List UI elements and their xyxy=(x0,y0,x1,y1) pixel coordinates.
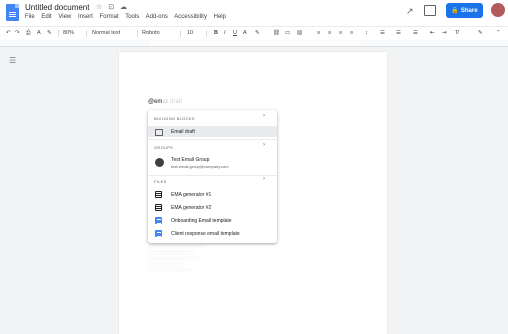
menu-file[interactable]: File xyxy=(25,14,35,20)
comment-icon[interactable] xyxy=(424,5,436,16)
menu-help[interactable]: Help xyxy=(214,14,226,20)
group-item[interactable]: Test Email Group test-email-group@compan… xyxy=(148,155,277,173)
paint-format-icon[interactable]: ✎ xyxy=(47,30,52,36)
typed-query: @em xyxy=(148,99,163,105)
indent-icon[interactable]: ⇤ xyxy=(430,30,435,36)
file-item[interactable]: Onboarding Email template xyxy=(148,215,277,226)
highlight-icon[interactable]: ✎ xyxy=(255,30,260,36)
group-avatar-icon xyxy=(155,158,164,167)
menu-edit[interactable]: Edit xyxy=(41,14,51,20)
bold-icon[interactable]: B xyxy=(214,30,218,36)
style-select[interactable]: Normal text xyxy=(92,30,120,36)
activity-icon[interactable]: ↗ xyxy=(406,6,414,17)
align-right-icon[interactable]: ≡ xyxy=(339,30,342,36)
chevron-right-icon[interactable]: › xyxy=(263,176,265,182)
ghost-text: ░░░░░░░░░░░░░░░░░░░ ░░░░░░░░░░░░░░░░ ░░░░░… xyxy=(148,244,202,273)
menu-insert[interactable]: Insert xyxy=(78,14,93,20)
font-select[interactable]: Roboto xyxy=(142,30,160,36)
image-icon[interactable]: ▨ xyxy=(297,30,302,36)
doc-icon xyxy=(155,230,162,237)
avatar[interactable] xyxy=(491,3,505,17)
section-files: FILES xyxy=(154,179,167,184)
menu-tools[interactable]: Tools xyxy=(125,14,139,20)
share-label: Share xyxy=(460,7,478,14)
outdent-icon[interactable]: ⇥ xyxy=(442,30,447,36)
clear-format-icon[interactable]: T̸ xyxy=(455,30,458,36)
ruler-track xyxy=(150,41,360,45)
ruler[interactable] xyxy=(0,40,508,47)
email-draft-icon xyxy=(155,129,163,136)
divider xyxy=(180,30,181,37)
collapse-icon[interactable]: ⌃ xyxy=(496,30,501,36)
sheet-icon xyxy=(155,204,162,211)
numbered-list-icon[interactable]: ☰ xyxy=(413,30,418,36)
top-bar: Untitled document ☆ ⊡ ☁ File Edit View I… xyxy=(0,0,508,26)
divider xyxy=(148,139,277,140)
divider xyxy=(58,30,59,37)
align-center-icon[interactable]: ≡ xyxy=(328,30,331,36)
chevron-right-icon[interactable]: › xyxy=(263,113,265,119)
justify-icon[interactable]: ≡ xyxy=(350,30,353,36)
link-icon[interactable]: ⛓ xyxy=(273,30,280,36)
file-item[interactable]: Client response email template xyxy=(148,228,277,239)
divider xyxy=(206,30,207,37)
undo-icon[interactable]: ↶ xyxy=(6,30,11,36)
bulleted-list-icon[interactable]: ☰ xyxy=(396,30,401,36)
chevron-right-icon[interactable]: › xyxy=(263,142,265,148)
print-icon[interactable]: ⎙ xyxy=(26,30,30,37)
smart-chip-popup: BUILDING BLOCKS › Email draft GROUPS › T… xyxy=(148,110,277,243)
email-draft-label: Email draft xyxy=(171,128,195,135)
lock-icon: 🔒 xyxy=(451,8,459,14)
menu-view[interactable]: View xyxy=(58,14,71,20)
sheet-icon xyxy=(155,191,162,198)
line-spacing-icon[interactable]: ↕ xyxy=(365,30,368,36)
add-comment-icon[interactable]: ▭ xyxy=(285,30,290,36)
email-draft-item[interactable]: Email draft xyxy=(148,126,277,137)
file-label: Onboarding Email template xyxy=(171,217,232,224)
group-name: Test Email Group xyxy=(171,157,210,163)
file-label: Client response email template xyxy=(171,230,240,237)
docs-logo-icon[interactable] xyxy=(6,4,19,21)
redo-icon[interactable]: ↷ xyxy=(15,30,20,36)
typed-text: @email draft xyxy=(148,99,182,105)
menu-addons[interactable]: Add-ons xyxy=(146,14,168,20)
autocomplete-hint: ail draft xyxy=(162,99,183,105)
toolbar: ↶ ↷ ⎙ A ✎ 80% Normal text Roboto 10 B I … xyxy=(0,26,508,41)
italic-icon[interactable]: I xyxy=(224,30,226,36)
divider xyxy=(137,30,138,37)
font-size-select[interactable]: 10 xyxy=(187,30,193,36)
section-building-blocks: BUILDING BLOCKS xyxy=(154,116,195,121)
file-item[interactable]: EMA generator #2 xyxy=(148,202,277,213)
text-color-icon[interactable]: A xyxy=(243,30,247,36)
menu-format[interactable]: Format xyxy=(100,14,119,20)
spellcheck-icon[interactable]: A xyxy=(37,30,41,36)
document-title[interactable]: Untitled document xyxy=(25,3,89,12)
underline-icon[interactable]: U xyxy=(233,30,237,36)
editing-mode-icon[interactable]: ✎ xyxy=(478,30,483,36)
menu-bar: File Edit View Insert Format Tools Add-o… xyxy=(25,14,231,20)
divider xyxy=(86,30,87,37)
checklist-icon[interactable]: ☰ xyxy=(380,30,385,36)
menu-accessibility[interactable]: Accessibility xyxy=(174,14,207,20)
file-item[interactable]: EMA generator #1 xyxy=(148,189,277,200)
file-label: EMA generator #1 xyxy=(171,191,212,198)
title-actions-icons[interactable]: ☆ ⊡ ☁ xyxy=(96,3,129,11)
zoom-select[interactable]: 80% xyxy=(63,30,74,36)
share-button[interactable]: 🔒 Share xyxy=(446,3,483,18)
divider xyxy=(148,175,277,176)
section-groups: GROUPS xyxy=(154,145,174,150)
file-label: EMA generator #2 xyxy=(171,204,212,211)
group-email: test-email-group@company.com xyxy=(171,164,229,169)
align-left-icon[interactable]: ≡ xyxy=(317,30,320,36)
doc-icon xyxy=(155,217,162,224)
outline-icon[interactable]: ☰ xyxy=(9,56,16,65)
